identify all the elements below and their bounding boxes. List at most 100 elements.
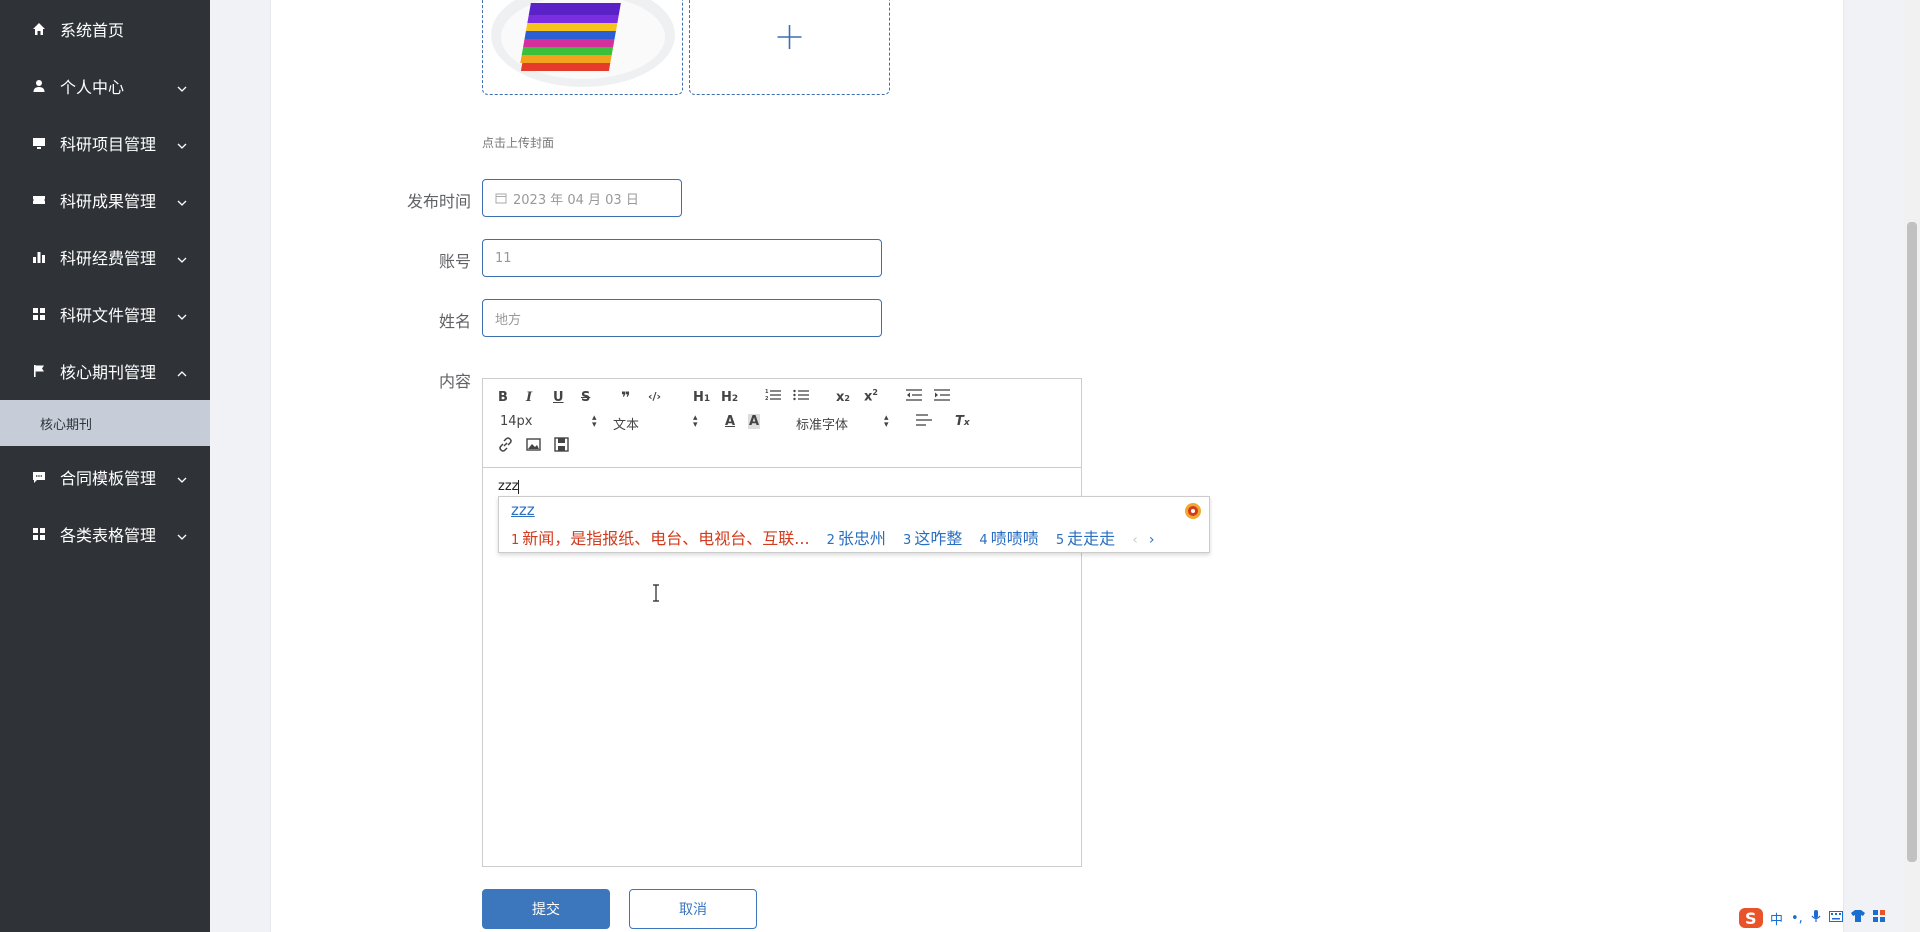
sidebar-subitem-core-journal[interactable]: 核心期刊 — [0, 400, 210, 446]
chevron-down-icon — [176, 471, 188, 483]
font-family-value: 标准字体 — [796, 418, 849, 433]
bold-icon[interactable]: B — [498, 390, 508, 405]
name-label: 姓名 — [438, 312, 471, 331]
ime-candidate[interactable]: 5 走走走 — [1056, 529, 1115, 548]
ime-skin-icon[interactable] — [1183, 502, 1203, 524]
calendar-icon — [495, 192, 507, 204]
scrollbar-thumb[interactable] — [1907, 222, 1917, 862]
keyboard-icon[interactable] — [1828, 910, 1843, 926]
chevron-down-icon — [176, 194, 188, 206]
bar-chart-icon — [32, 250, 46, 264]
background-color-icon[interactable]: A — [748, 414, 761, 429]
punctuation-icon[interactable]: •, — [1791, 911, 1803, 926]
ime-candidate[interactable]: 3 这咋整 — [903, 529, 962, 548]
block-type-value: 文本 — [613, 418, 640, 433]
submit-button[interactable]: 提交 — [482, 889, 610, 929]
sidebar-item-contracts[interactable]: 合同模板管理 — [0, 448, 210, 505]
link-icon[interactable] — [498, 437, 513, 456]
ordered-list-icon[interactable]: 12 — [765, 388, 781, 406]
ime-mode-toggle[interactable]: 中 — [1770, 909, 1783, 928]
outdent-icon[interactable] — [906, 388, 922, 406]
content-label: 内容 — [438, 372, 471, 391]
svg-text:S: S — [1745, 909, 1757, 928]
sidebar-item-funding[interactable]: 科研经费管理 — [0, 228, 210, 285]
font-color-icon[interactable]: A — [725, 414, 735, 429]
svg-text:2: 2 — [765, 396, 769, 402]
sidebar-item-personal[interactable]: 个人中心 — [0, 57, 210, 114]
chat-icon — [32, 470, 46, 484]
cover-upload-button[interactable] — [689, 0, 890, 95]
form-panel: 点击上传封面 发布时间 2023 年 04 月 03 日 账号 11 姓名 地方… — [270, 0, 1844, 932]
select-caret-icon: ▴ ▾ — [592, 413, 597, 430]
sidebar-item-label: 各类表格管理 — [60, 525, 157, 545]
sidebar-item-home[interactable]: 系统首页 — [0, 0, 210, 57]
ticket-icon — [32, 193, 46, 207]
code-block-icon[interactable]: ‹/› — [648, 390, 661, 403]
ime-candidates: 1 新闻，是指报纸、电台、电视台、互联... 2 张忠州 3 这咋整 4 啧啧啧 5 走走… — [511, 525, 1155, 549]
toolbox-icon[interactable] — [1872, 910, 1885, 926]
skin-shirt-icon[interactable] — [1850, 910, 1865, 926]
cancel-button[interactable]: 取消 — [629, 889, 757, 929]
sidebar-item-projects[interactable]: 科研项目管理 — [0, 114, 210, 171]
sidebar: 系统首页 个人中心 科研项目管理 科研成果管理 科研经费管理 科研文件管理 核心… — [0, 0, 210, 932]
sidebar-item-results[interactable]: 科研成果管理 — [0, 171, 210, 228]
align-icon[interactable] — [916, 413, 932, 431]
text-cursor — [518, 479, 520, 494]
font-family-select[interactable]: 标准字体 ▴ ▾ — [796, 413, 891, 434]
font-size-select[interactable]: 14px ▴ ▾ — [500, 414, 597, 430]
clear-format-icon[interactable]: Tx — [955, 414, 970, 429]
editor-content-text: zzz — [498, 479, 519, 494]
ime-candidate[interactable]: 4 啧啧啧 — [979, 529, 1038, 548]
ibeam-cursor-icon — [652, 584, 660, 602]
indent-icon[interactable] — [934, 388, 950, 406]
sidebar-item-label: 科研成果管理 — [60, 191, 157, 211]
editor-content[interactable]: zzz — [498, 479, 520, 494]
heading1-icon[interactable]: H1 — [693, 390, 710, 405]
microphone-icon[interactable] — [1811, 909, 1821, 927]
sidebar-item-label: 科研项目管理 — [60, 134, 157, 154]
sogou-logo-icon[interactable]: S — [1738, 907, 1764, 929]
select-caret-icon: ▴ ▾ — [884, 413, 889, 430]
sidebar-item-forms[interactable]: 各类表格管理 — [0, 505, 210, 562]
account-input[interactable]: 11 — [482, 239, 882, 277]
page-scrollbar[interactable] — [1904, 0, 1920, 932]
image-icon[interactable] — [526, 437, 541, 456]
chevron-down-icon — [176, 308, 188, 320]
underline-icon[interactable]: U — [553, 390, 564, 405]
blockquote-icon[interactable]: ❞ — [621, 388, 630, 407]
block-type-select[interactable]: 文本 ▴ ▾ — [613, 413, 698, 434]
ime-next-page-icon[interactable]: › — [1149, 532, 1155, 548]
sidebar-item-label: 科研文件管理 — [60, 305, 157, 325]
ime-candidate[interactable]: 2 张忠州 — [827, 529, 886, 548]
publish-time-label: 发布时间 — [406, 192, 471, 211]
chevron-down-icon — [176, 137, 188, 149]
grid-icon — [32, 307, 46, 321]
sidebar-item-files[interactable]: 科研文件管理 — [0, 285, 210, 342]
chevron-down-icon — [176, 80, 188, 92]
subscript-icon[interactable]: x2 — [836, 390, 850, 405]
select-caret-icon: ▴ ▾ — [693, 413, 698, 430]
ime-composition: zzz — [511, 501, 535, 519]
publish-time-input[interactable]: 2023 年 04 月 03 日 — [482, 179, 682, 217]
cover-image-preview[interactable] — [482, 0, 683, 95]
video-icon[interactable] — [554, 437, 569, 456]
name-value: 地方 — [495, 312, 522, 328]
superscript-icon[interactable]: x2 — [864, 388, 878, 404]
font-size-value: 14px — [500, 414, 533, 429]
home-icon — [32, 22, 46, 36]
sidebar-item-label: 系统首页 — [60, 20, 125, 40]
name-input[interactable]: 地方 — [482, 299, 882, 337]
sidebar-item-journals[interactable]: 核心期刊管理 — [0, 342, 210, 399]
bullet-list-icon[interactable] — [793, 388, 809, 406]
ime-prev-page-icon[interactable]: ‹ — [1132, 532, 1138, 548]
sidebar-item-label: 核心期刊管理 — [60, 362, 157, 382]
ime-candidate[interactable]: 1 新闻，是指报纸、电台、电视台、互联... — [511, 529, 810, 548]
account-value: 11 — [495, 250, 512, 266]
rich-text-editor: B I U S ❞ ‹/› H1 H2 12 x2 x2 14px ▴ ▾ 文本… — [482, 378, 1082, 867]
italic-icon[interactable]: I — [526, 390, 532, 405]
strikethrough-icon[interactable]: S — [581, 390, 590, 405]
monitor-icon — [32, 136, 46, 150]
svg-text:1: 1 — [765, 389, 769, 395]
chevron-down-icon — [176, 528, 188, 540]
heading2-icon[interactable]: H2 — [721, 390, 738, 405]
